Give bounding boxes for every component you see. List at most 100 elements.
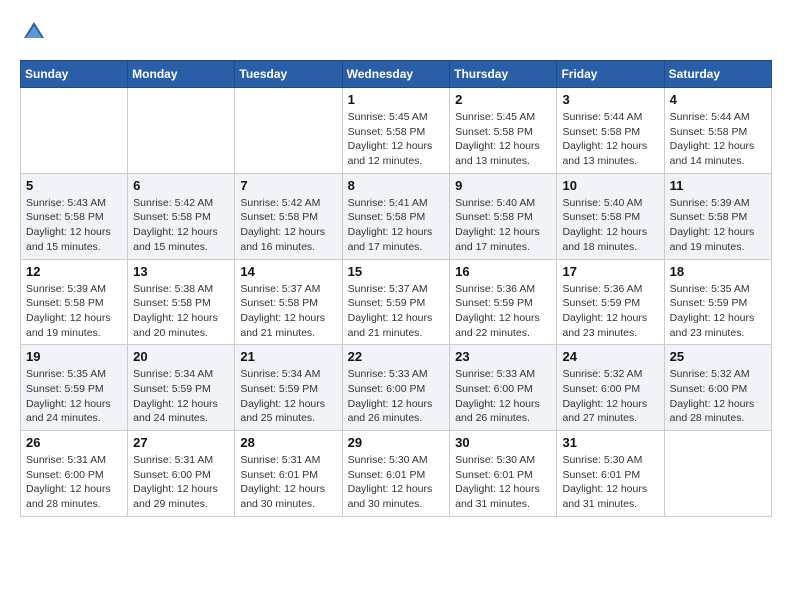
day-number: 8 bbox=[348, 178, 445, 193]
calendar-cell: 30 Sunrise: 5:30 AM Sunset: 6:01 PM Dayli… bbox=[450, 431, 557, 517]
day-info: Sunrise: 5:33 AM Sunset: 6:00 PM Dayligh… bbox=[348, 367, 445, 426]
calendar-cell: 24 Sunrise: 5:32 AM Sunset: 6:00 PM Dayli… bbox=[557, 345, 664, 431]
calendar-cell: 5Sunrise: 5:43 AM Sunset: 5:58 PM Daylig… bbox=[21, 173, 128, 259]
day-number: 1 bbox=[348, 92, 445, 107]
day-number: 3 bbox=[562, 92, 658, 107]
calendar-cell: 27 Sunrise: 5:31 AM Sunset: 6:00 PM Dayli… bbox=[128, 431, 235, 517]
calendar-cell: 12 Sunrise: 5:39 AM Sunset: 5:58 PM Dayli… bbox=[21, 259, 128, 345]
day-info: Sunrise: 5:42 AM Sunset: 5:58 PM Dayligh… bbox=[133, 196, 229, 255]
day-number: 5 bbox=[26, 178, 122, 193]
calendar-cell: 22 Sunrise: 5:33 AM Sunset: 6:00 PM Dayli… bbox=[342, 345, 450, 431]
day-number: 2 bbox=[455, 92, 551, 107]
day-number: 30 bbox=[455, 435, 551, 450]
page-header bbox=[20, 20, 772, 44]
day-number: 23 bbox=[455, 349, 551, 364]
day-number: 16 bbox=[455, 264, 551, 279]
calendar-cell: 3 Sunrise: 5:44 AM Sunset: 5:58 PM Daylig… bbox=[557, 88, 664, 174]
day-number: 13 bbox=[133, 264, 229, 279]
day-number: 21 bbox=[240, 349, 336, 364]
day-info: Sunrise: 5:31 AM Sunset: 6:01 PM Dayligh… bbox=[240, 453, 336, 512]
day-number: 6 bbox=[133, 178, 229, 193]
day-number: 11 bbox=[670, 178, 766, 193]
calendar-table: SundayMondayTuesdayWednesdayThursdayFrid… bbox=[20, 60, 772, 517]
day-number: 28 bbox=[240, 435, 336, 450]
calendar-cell bbox=[664, 431, 771, 517]
calendar-cell: 26 Sunrise: 5:31 AM Sunset: 6:00 PM Dayli… bbox=[21, 431, 128, 517]
day-info: Sunrise: 5:42 AM Sunset: 5:58 PM Dayligh… bbox=[240, 196, 336, 255]
day-number: 4 bbox=[670, 92, 766, 107]
day-info: Sunrise: 5:34 AM Sunset: 5:59 PM Dayligh… bbox=[240, 367, 336, 426]
day-info: Sunrise: 5:32 AM Sunset: 6:00 PM Dayligh… bbox=[670, 367, 766, 426]
day-info: Sunrise: 5:37 AM Sunset: 5:59 PM Dayligh… bbox=[348, 282, 445, 341]
day-info: Sunrise: 5:34 AM Sunset: 5:59 PM Dayligh… bbox=[133, 367, 229, 426]
day-number: 18 bbox=[670, 264, 766, 279]
calendar-week-row-2: 5Sunrise: 5:43 AM Sunset: 5:58 PM Daylig… bbox=[21, 173, 772, 259]
calendar-week-row-3: 12 Sunrise: 5:39 AM Sunset: 5:58 PM Dayli… bbox=[21, 259, 772, 345]
calendar-cell: 1 Sunrise: 5:45 AM Sunset: 5:58 PM Daylig… bbox=[342, 88, 450, 174]
calendar-cell bbox=[235, 88, 342, 174]
calendar-week-row-4: 19 Sunrise: 5:35 AM Sunset: 5:59 PM Dayli… bbox=[21, 345, 772, 431]
column-header-thursday: Thursday bbox=[450, 61, 557, 88]
logo-icon bbox=[22, 20, 46, 44]
day-number: 20 bbox=[133, 349, 229, 364]
day-info: Sunrise: 5:41 AM Sunset: 5:58 PM Dayligh… bbox=[348, 196, 445, 255]
day-info: Sunrise: 5:44 AM Sunset: 5:58 PM Dayligh… bbox=[562, 110, 658, 169]
calendar-cell: 10 Sunrise: 5:40 AM Sunset: 5:58 PM Dayli… bbox=[557, 173, 664, 259]
column-header-monday: Monday bbox=[128, 61, 235, 88]
day-number: 22 bbox=[348, 349, 445, 364]
day-info: Sunrise: 5:37 AM Sunset: 5:58 PM Dayligh… bbox=[240, 282, 336, 341]
column-header-saturday: Saturday bbox=[664, 61, 771, 88]
day-info: Sunrise: 5:31 AM Sunset: 6:00 PM Dayligh… bbox=[26, 453, 122, 512]
column-header-tuesday: Tuesday bbox=[235, 61, 342, 88]
column-header-friday: Friday bbox=[557, 61, 664, 88]
day-number: 29 bbox=[348, 435, 445, 450]
calendar-cell: 14Sunrise: 5:37 AM Sunset: 5:58 PM Dayli… bbox=[235, 259, 342, 345]
day-number: 27 bbox=[133, 435, 229, 450]
calendar-cell: 11 Sunrise: 5:39 AM Sunset: 5:58 PM Dayli… bbox=[664, 173, 771, 259]
day-info: Sunrise: 5:35 AM Sunset: 5:59 PM Dayligh… bbox=[26, 367, 122, 426]
calendar-cell: 16Sunrise: 5:36 AM Sunset: 5:59 PM Dayli… bbox=[450, 259, 557, 345]
day-info: Sunrise: 5:45 AM Sunset: 5:58 PM Dayligh… bbox=[348, 110, 445, 169]
day-number: 7 bbox=[240, 178, 336, 193]
day-number: 24 bbox=[562, 349, 658, 364]
calendar-week-row-5: 26 Sunrise: 5:31 AM Sunset: 6:00 PM Dayli… bbox=[21, 431, 772, 517]
calendar-cell: 8 Sunrise: 5:41 AM Sunset: 5:58 PM Daylig… bbox=[342, 173, 450, 259]
calendar-header-row: SundayMondayTuesdayWednesdayThursdayFrid… bbox=[21, 61, 772, 88]
day-info: Sunrise: 5:39 AM Sunset: 5:58 PM Dayligh… bbox=[670, 196, 766, 255]
day-number: 19 bbox=[26, 349, 122, 364]
day-info: Sunrise: 5:35 AM Sunset: 5:59 PM Dayligh… bbox=[670, 282, 766, 341]
day-number: 26 bbox=[26, 435, 122, 450]
column-header-wednesday: Wednesday bbox=[342, 61, 450, 88]
calendar-cell: 15 Sunrise: 5:37 AM Sunset: 5:59 PM Dayli… bbox=[342, 259, 450, 345]
day-number: 25 bbox=[670, 349, 766, 364]
calendar-cell: 28 Sunrise: 5:31 AM Sunset: 6:01 PM Dayli… bbox=[235, 431, 342, 517]
calendar-cell bbox=[128, 88, 235, 174]
day-number: 10 bbox=[562, 178, 658, 193]
day-number: 31 bbox=[562, 435, 658, 450]
day-info: Sunrise: 5:30 AM Sunset: 6:01 PM Dayligh… bbox=[348, 453, 445, 512]
calendar-cell: 31 Sunrise: 5:30 AM Sunset: 6:01 PM Dayli… bbox=[557, 431, 664, 517]
logo bbox=[20, 20, 46, 44]
calendar-cell: 4Sunrise: 5:44 AM Sunset: 5:58 PM Daylig… bbox=[664, 88, 771, 174]
day-info: Sunrise: 5:31 AM Sunset: 6:00 PM Dayligh… bbox=[133, 453, 229, 512]
day-info: Sunrise: 5:30 AM Sunset: 6:01 PM Dayligh… bbox=[562, 453, 658, 512]
calendar-cell: 17Sunrise: 5:36 AM Sunset: 5:59 PM Dayli… bbox=[557, 259, 664, 345]
day-info: Sunrise: 5:40 AM Sunset: 5:58 PM Dayligh… bbox=[455, 196, 551, 255]
calendar-cell: 29 Sunrise: 5:30 AM Sunset: 6:01 PM Dayli… bbox=[342, 431, 450, 517]
calendar-cell: 19 Sunrise: 5:35 AM Sunset: 5:59 PM Dayli… bbox=[21, 345, 128, 431]
day-info: Sunrise: 5:39 AM Sunset: 5:58 PM Dayligh… bbox=[26, 282, 122, 341]
calendar-cell: 23 Sunrise: 5:33 AM Sunset: 6:00 PM Dayli… bbox=[450, 345, 557, 431]
day-info: Sunrise: 5:40 AM Sunset: 5:58 PM Dayligh… bbox=[562, 196, 658, 255]
day-info: Sunrise: 5:30 AM Sunset: 6:01 PM Dayligh… bbox=[455, 453, 551, 512]
calendar-cell bbox=[21, 88, 128, 174]
calendar-cell: 18 Sunrise: 5:35 AM Sunset: 5:59 PM Dayli… bbox=[664, 259, 771, 345]
calendar-cell: 25 Sunrise: 5:32 AM Sunset: 6:00 PM Dayli… bbox=[664, 345, 771, 431]
calendar-cell: 20 Sunrise: 5:34 AM Sunset: 5:59 PM Dayli… bbox=[128, 345, 235, 431]
day-number: 12 bbox=[26, 264, 122, 279]
day-number: 15 bbox=[348, 264, 445, 279]
column-header-sunday: Sunday bbox=[21, 61, 128, 88]
day-info: Sunrise: 5:33 AM Sunset: 6:00 PM Dayligh… bbox=[455, 367, 551, 426]
day-number: 9 bbox=[455, 178, 551, 193]
day-info: Sunrise: 5:32 AM Sunset: 6:00 PM Dayligh… bbox=[562, 367, 658, 426]
day-number: 17 bbox=[562, 264, 658, 279]
